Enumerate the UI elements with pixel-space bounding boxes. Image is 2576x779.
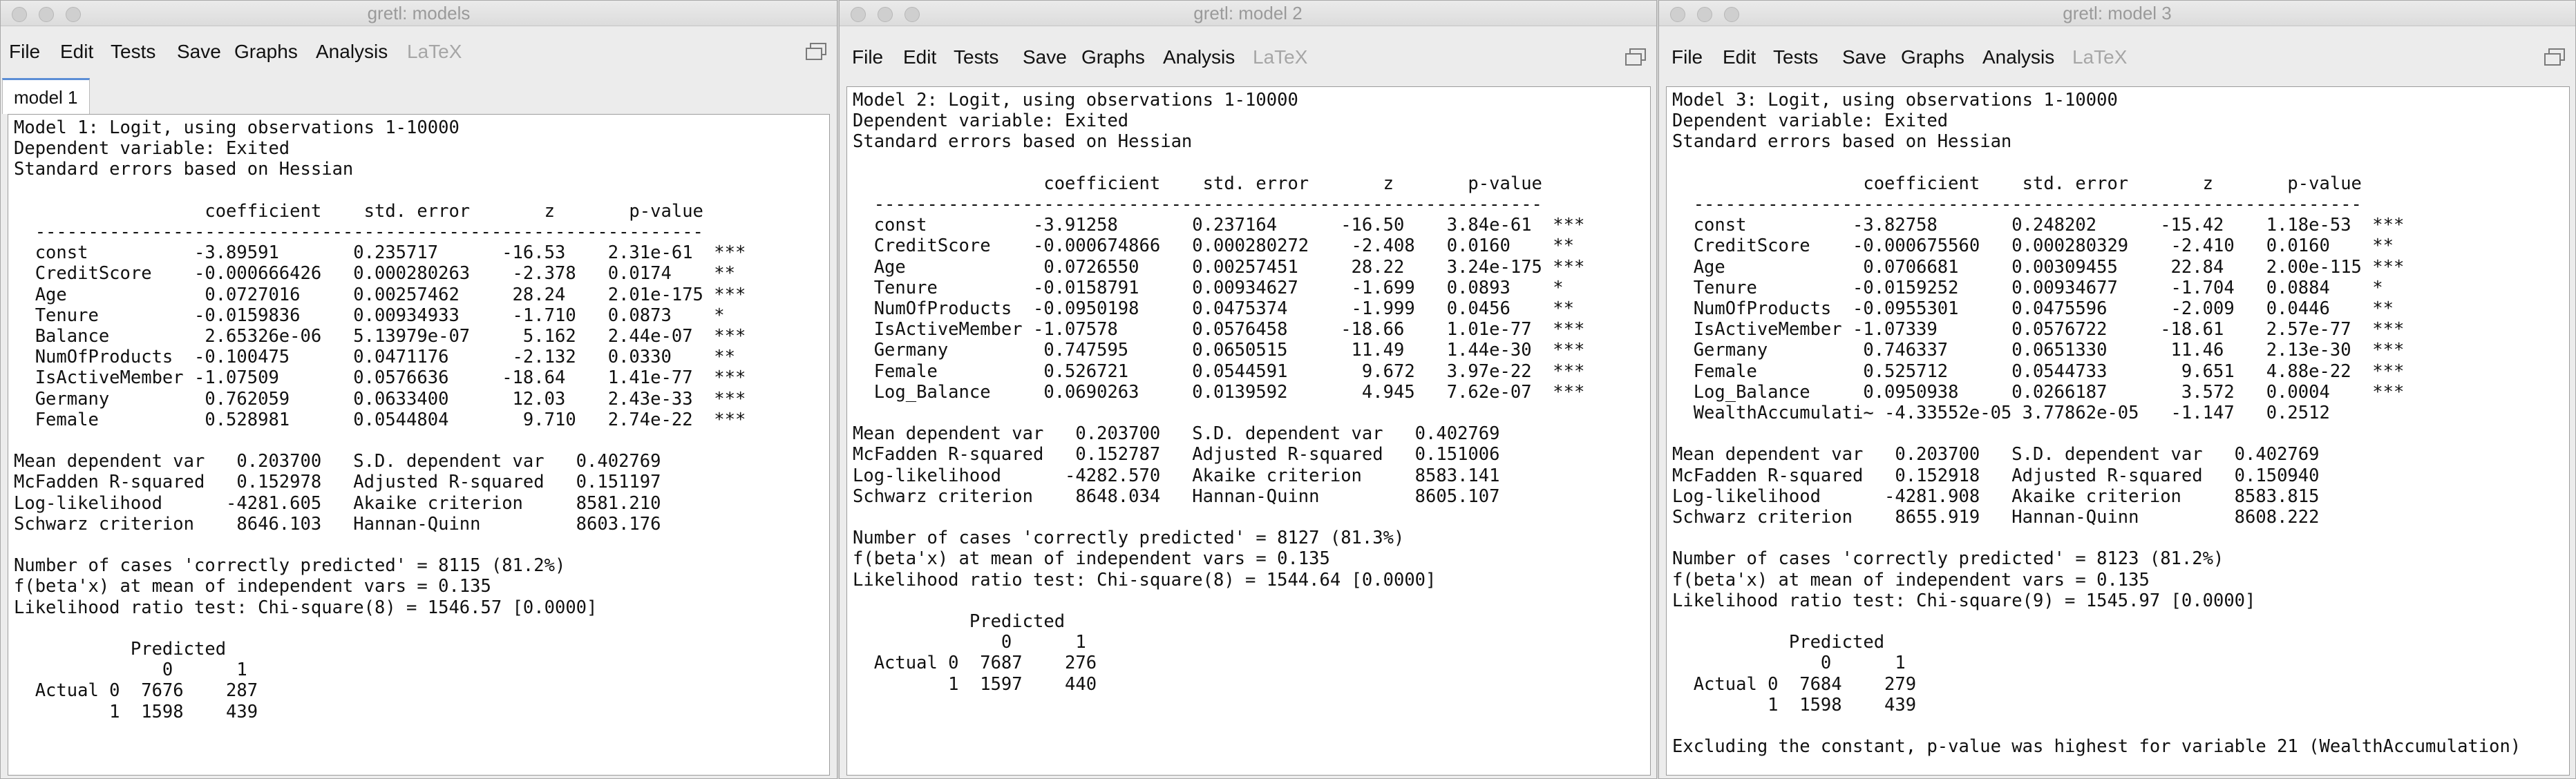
menu-analysis[interactable]: Analysis: [1982, 46, 2054, 68]
window-title: gretl: models: [367, 3, 471, 23]
tab-model-1[interactable]: model 1: [2, 78, 90, 114]
model-output-panel[interactable]: Model 3: Logit, using observations 1-100…: [1666, 86, 2570, 776]
menu-file[interactable]: File: [9, 41, 40, 63]
model-window-1: gretl: models File Edit Tests Save Graph…: [0, 0, 837, 779]
menu-latex: LaTeX: [407, 41, 462, 62]
menu-file[interactable]: File: [1671, 46, 1703, 68]
menu-save[interactable]: Save: [1023, 46, 1067, 68]
menu-file[interactable]: File: [852, 46, 883, 68]
model-output-text[interactable]: Model 1: Logit, using observations 1-100…: [8, 115, 829, 725]
menu-tests[interactable]: Tests: [111, 41, 155, 63]
menu-bar: File Edit Tests Save Graphs Analysis LaT…: [1659, 37, 2575, 81]
title-bar[interactable]: gretl: model 3: [1659, 1, 2575, 26]
menu-graphs[interactable]: Graphs: [234, 41, 298, 63]
menu-bar: File Edit Tests Save Graphs Analysis LaT…: [1, 31, 837, 75]
model-output-text[interactable]: Model 3: Logit, using observations 1-100…: [1667, 87, 2569, 760]
model-output-panel[interactable]: Model 1: Logit, using observations 1-100…: [8, 114, 830, 776]
menu-graphs[interactable]: Graphs: [1901, 46, 1964, 68]
menu-tests[interactable]: Tests: [1773, 46, 1818, 68]
undock-window-icon[interactable]: [1625, 48, 1647, 67]
tab-bar: model 1: [1, 75, 837, 114]
menu-edit[interactable]: Edit: [903, 46, 936, 68]
menu-save[interactable]: Save: [177, 41, 221, 63]
undock-window-icon[interactable]: [2544, 48, 2566, 67]
title-bar[interactable]: gretl: model 2: [840, 1, 1656, 26]
model-window-3: gretl: model 3 File Edit Tests Save Grap…: [1658, 0, 2576, 779]
menu-latex: LaTeX: [1253, 46, 1308, 68]
menu-latex: LaTeX: [2072, 46, 2128, 68]
title-bar[interactable]: gretl: models: [1, 1, 837, 26]
window-title: gretl: model 3: [2063, 3, 2172, 23]
menu-edit[interactable]: Edit: [60, 41, 93, 63]
menu-analysis[interactable]: Analysis: [316, 41, 388, 63]
model-output-text[interactable]: Model 2: Logit, using observations 1-100…: [847, 87, 1650, 698]
menu-analysis[interactable]: Analysis: [1163, 46, 1235, 68]
menu-save[interactable]: Save: [1842, 46, 1886, 68]
model-output-panel[interactable]: Model 2: Logit, using observations 1-100…: [846, 86, 1651, 776]
menu-graphs[interactable]: Graphs: [1081, 46, 1145, 68]
menu-edit[interactable]: Edit: [1723, 46, 1756, 68]
model-window-2: gretl: model 2 File Edit Tests Save Grap…: [839, 0, 1657, 779]
menu-tests[interactable]: Tests: [954, 46, 998, 68]
undock-window-icon[interactable]: [805, 42, 827, 61]
menu-bar: File Edit Tests Save Graphs Analysis LaT…: [840, 37, 1656, 81]
window-title: gretl: model 2: [1193, 3, 1303, 23]
